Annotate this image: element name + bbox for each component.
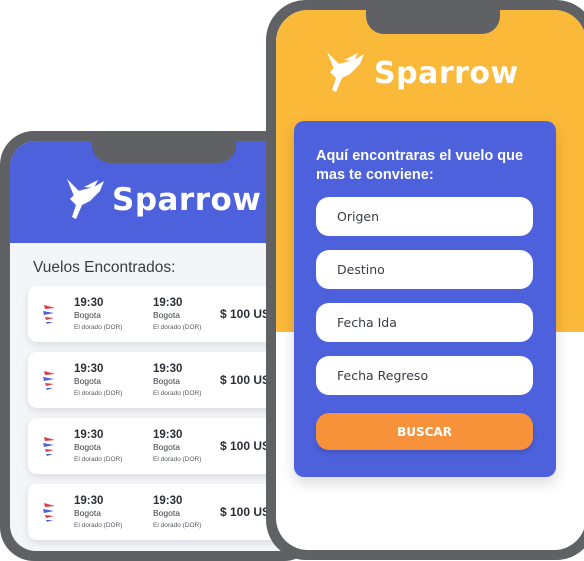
search-button[interactable]: BUSCAR: [316, 413, 533, 450]
brand-name: Sparrow: [112, 182, 262, 218]
arrival-city: Bogota: [153, 508, 180, 518]
arrival-city: Bogota: [153, 310, 180, 320]
search-screen: Sparrow Aquí encontraras el vuelo que ma…: [276, 10, 584, 550]
departure-city: Bogota: [74, 508, 101, 518]
arrival-airport: El dorado (DOR): [153, 390, 202, 397]
arrival-airport: El dorado (DOR): [153, 522, 202, 529]
flight-price: $ 100 US: [220, 439, 271, 453]
search-phone: Sparrow Aquí encontraras el vuelo que ma…: [266, 0, 584, 560]
arrival-info: 19:30 Bogota El dorado (DOR): [153, 363, 201, 397]
departure-info: 19:30 Bogota El dorado (DOR): [74, 363, 122, 397]
departure-info: 19:30 Bogota El dorado (DOR): [74, 297, 122, 331]
departure-date-input[interactable]: Fecha Ida: [316, 303, 533, 342]
arrival-time: 19:30: [153, 495, 183, 507]
flight-price: $ 100 US: [220, 307, 271, 321]
return-date-input[interactable]: Fecha Regreso: [316, 356, 533, 395]
origin-input[interactable]: Origen: [316, 197, 533, 236]
departure-airport: El dorado (DOR): [74, 522, 123, 529]
arrival-time: 19:30: [153, 363, 183, 375]
sparrow-bird-icon: [327, 52, 364, 92]
phone-notch: [366, 10, 500, 34]
destination-input[interactable]: Destino: [316, 250, 533, 289]
search-form: Aquí encontraras el vuelo que mas te con…: [294, 121, 556, 477]
search-form-title: Aquí encontraras el vuelo que mas te con…: [316, 148, 524, 183]
arrival-time: 19:30: [153, 297, 183, 309]
results-screen: Sparrow Vuelos Encontrados: 19:30 Bogota…: [10, 141, 308, 551]
departure-airport: El dorado (DOR): [74, 456, 123, 463]
airline-logo-icon: [43, 503, 55, 522]
airline-logo-icon: [43, 371, 55, 390]
departure-time: 19:30: [74, 495, 104, 507]
airline-logo-icon: [43, 437, 55, 456]
sparrow-bird-icon: [67, 179, 104, 219]
phone-notch: [92, 141, 236, 163]
results-title: Vuelos Encontrados:: [33, 259, 176, 276]
departure-info: 19:30 Bogota El dorado (DOR): [74, 429, 122, 463]
brand-logo: Sparrow: [64, 177, 261, 223]
departure-city: Bogota: [74, 310, 101, 320]
departure-info: 19:30 Bogota El dorado (DOR): [74, 495, 122, 529]
departure-airport: El dorado (DOR): [74, 324, 123, 331]
airline-logo-icon: [43, 305, 55, 324]
departure-time: 19:30: [74, 429, 104, 441]
arrival-info: 19:30 Bogota El dorado (DOR): [153, 297, 201, 331]
departure-airport: El dorado (DOR): [74, 390, 123, 397]
arrival-city: Bogota: [153, 376, 180, 386]
departure-city: Bogota: [74, 442, 101, 452]
brand-name: Sparrow: [374, 55, 519, 91]
arrival-city: Bogota: [153, 442, 180, 452]
arrival-time: 19:30: [153, 429, 183, 441]
arrival-info: 19:30 Bogota El dorado (DOR): [153, 429, 201, 463]
arrival-airport: El dorado (DOR): [153, 324, 202, 331]
flight-price: $ 100 US: [220, 505, 271, 519]
departure-time: 19:30: [74, 363, 104, 375]
flight-price: $ 100 US: [220, 373, 271, 387]
departure-time: 19:30: [74, 297, 104, 309]
brand-logo: Sparrow: [324, 50, 519, 96]
arrival-airport: El dorado (DOR): [153, 456, 202, 463]
departure-city: Bogota: [74, 376, 101, 386]
arrival-info: 19:30 Bogota El dorado (DOR): [153, 495, 201, 529]
